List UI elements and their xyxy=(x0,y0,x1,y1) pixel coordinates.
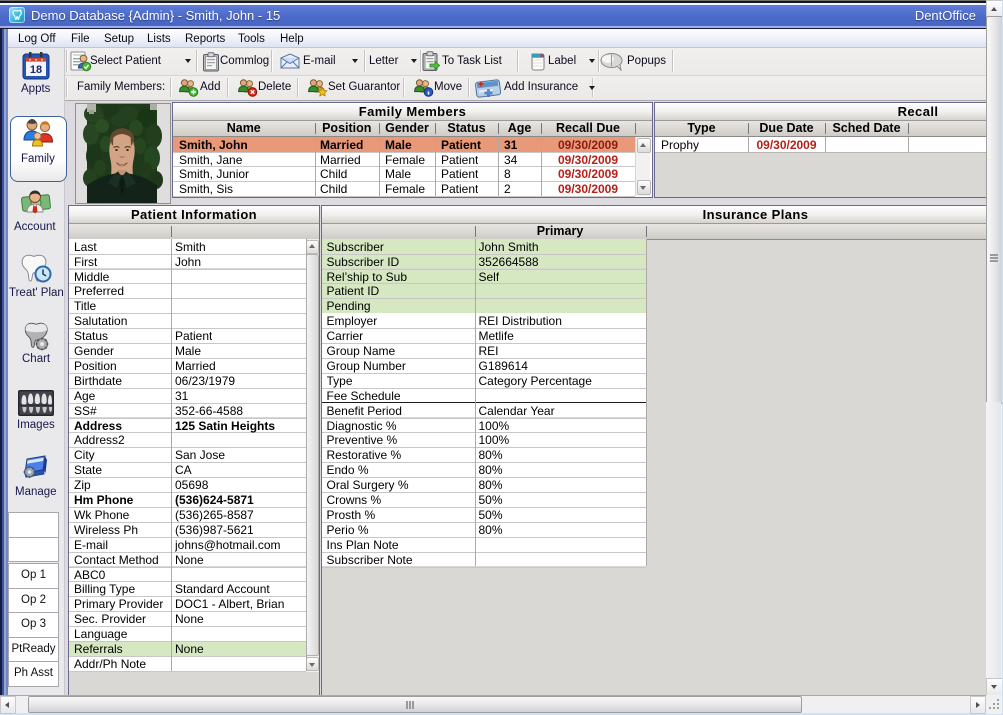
svg-text:18: 18 xyxy=(30,64,42,76)
